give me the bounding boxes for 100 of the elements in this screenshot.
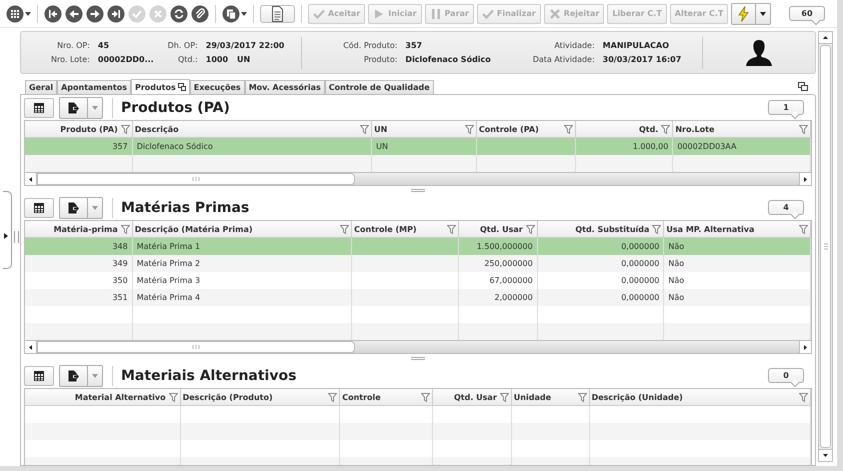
export-icon xyxy=(68,102,79,114)
column-header[interactable]: Descrição (Matéria Prima) xyxy=(134,224,338,234)
table-cell: 250,000000 xyxy=(458,255,538,272)
column-header[interactable]: UN xyxy=(374,124,462,134)
column-header[interactable]: Descrição (Unidade) xyxy=(592,392,796,402)
filter-icon[interactable] xyxy=(340,224,350,234)
column-header[interactable]: Usa MP. Alternativa xyxy=(666,224,796,234)
column-header[interactable]: Nro.Lote xyxy=(675,124,796,134)
check-icon xyxy=(313,8,325,20)
table-row[interactable]: 351 Matéria Prima 4 2,000000 0,000000 Não xyxy=(25,289,811,306)
column-header[interactable]: Qtd. xyxy=(578,124,658,134)
tab[interactable]: Geral xyxy=(25,80,58,94)
table-cell: Não xyxy=(664,289,811,306)
column-header[interactable]: Qtd. Usar xyxy=(460,224,523,234)
filter-icon[interactable] xyxy=(500,392,509,402)
arrow-right-icon[interactable] xyxy=(804,176,807,182)
caret-icon[interactable] xyxy=(241,12,247,16)
grid-icon[interactable] xyxy=(6,4,24,22)
play-icon xyxy=(373,8,386,20)
windows-icon[interactable] xyxy=(798,82,808,91)
tab[interactable]: Mov. Acessórias xyxy=(244,80,325,94)
grip-icon xyxy=(192,177,200,181)
paperclip-icon[interactable] xyxy=(191,4,209,22)
copy-icon[interactable] xyxy=(222,4,240,22)
column-header[interactable]: Matéria-prima xyxy=(27,224,118,234)
column-header[interactable]: Material Alternativo xyxy=(27,392,166,402)
column-header[interactable]: Qtd. Usar xyxy=(434,392,497,402)
arrow-up-icon[interactable] xyxy=(823,36,828,39)
arrow-left-icon[interactable] xyxy=(29,176,32,182)
horizontal-scrollbar[interactable] xyxy=(25,172,811,185)
filter-icon[interactable] xyxy=(446,224,456,234)
vertical-scrollbar[interactable] xyxy=(818,31,833,462)
field-label: Produto: xyxy=(362,55,398,64)
column-header[interactable]: Controle (PA) xyxy=(478,124,561,134)
grip-icon xyxy=(824,243,828,250)
field-value: Diclofenaco Sódico xyxy=(405,55,491,64)
skip-first-icon[interactable] xyxy=(44,4,62,22)
grip-icon[interactable] xyxy=(14,231,19,243)
table-row[interactable]: 357 Diclofenaco Sódico UN 1.000,00 00002DD03AA xyxy=(25,138,811,155)
document-button[interactable] xyxy=(260,4,295,22)
table-cell: Matéria Prima 4 xyxy=(132,289,352,306)
arrow-left-icon[interactable] xyxy=(65,4,83,22)
filter-icon[interactable] xyxy=(420,392,430,402)
column-header[interactable]: Unidade xyxy=(514,392,575,402)
tab[interactable]: Produtos xyxy=(130,79,190,94)
refresh-icon[interactable] xyxy=(170,4,188,22)
column-header[interactable]: Controle (MP) xyxy=(354,224,444,234)
table-cell: 0,000000 xyxy=(538,255,664,272)
grid-button[interactable] xyxy=(24,98,54,118)
grip-icon[interactable] xyxy=(411,189,425,192)
grid-button[interactable] xyxy=(24,198,54,218)
field-label: Atividade: xyxy=(553,41,595,50)
filter-icon[interactable] xyxy=(120,124,130,134)
filter-icon[interactable] xyxy=(799,124,808,134)
filter-icon[interactable] xyxy=(799,392,808,402)
column-header[interactable]: Descrição xyxy=(134,124,358,134)
filter-icon[interactable] xyxy=(799,224,808,234)
table-icon xyxy=(34,370,44,380)
arrow-right-icon[interactable] xyxy=(86,4,104,22)
check-icon xyxy=(482,8,494,20)
filter-icon[interactable] xyxy=(168,392,178,402)
tab[interactable]: Apontamentos xyxy=(57,80,131,94)
skip-last-icon[interactable] xyxy=(107,4,125,22)
tab[interactable]: Execuções xyxy=(190,80,245,94)
section-title: Materiais Alternativos xyxy=(112,366,296,386)
arrow-left-icon[interactable] xyxy=(29,344,32,350)
filter-icon[interactable] xyxy=(564,124,573,134)
section-title: Matérias Primas xyxy=(112,198,250,218)
tab[interactable]: Controle de Qualidade xyxy=(324,80,434,94)
collapse-handle[interactable] xyxy=(3,191,12,269)
table-cell: 349 xyxy=(25,255,133,272)
filter-icon[interactable] xyxy=(652,224,662,234)
filter-icon[interactable] xyxy=(360,124,370,134)
column-header[interactable]: Produto (PA) xyxy=(27,124,118,134)
caret-icon[interactable] xyxy=(25,12,31,16)
table-row[interactable]: 348 Matéria Prima 1 1.500,000000 0,000000 Não xyxy=(25,238,811,255)
filter-icon[interactable] xyxy=(578,392,587,402)
caret-icon[interactable] xyxy=(760,12,766,16)
section-title: Produtos (PA) xyxy=(112,98,230,118)
table-row[interactable]: 349 Matéria Prima 2 250,000000 0,000000 Não xyxy=(25,255,811,272)
arrow-right-icon[interactable] xyxy=(4,233,8,239)
horizontal-scrollbar[interactable] xyxy=(25,340,811,353)
field-value: 30/03/2017 16:07 xyxy=(602,55,682,64)
popout-icon xyxy=(178,83,186,91)
export-icon xyxy=(68,370,79,382)
field-label: Cód. Produto: xyxy=(342,41,398,50)
arrow-right-icon[interactable] xyxy=(804,344,807,350)
filter-icon[interactable] xyxy=(661,124,670,134)
field-value: 29/03/2017 22:00 xyxy=(206,41,284,50)
filter-icon[interactable] xyxy=(526,224,535,234)
grip-icon[interactable] xyxy=(411,357,425,360)
filter-icon[interactable] xyxy=(328,392,338,402)
grid-button[interactable] xyxy=(24,366,54,386)
field-value: MANIPULACAO xyxy=(602,41,670,50)
column-header[interactable]: Qtd. Substituída xyxy=(540,224,650,234)
filter-icon[interactable] xyxy=(120,224,130,234)
arrow-down-icon[interactable] xyxy=(823,454,828,457)
column-header[interactable]: Descrição (Produto) xyxy=(182,392,326,402)
column-header[interactable]: Controle xyxy=(342,392,418,402)
filter-icon[interactable] xyxy=(464,124,474,134)
